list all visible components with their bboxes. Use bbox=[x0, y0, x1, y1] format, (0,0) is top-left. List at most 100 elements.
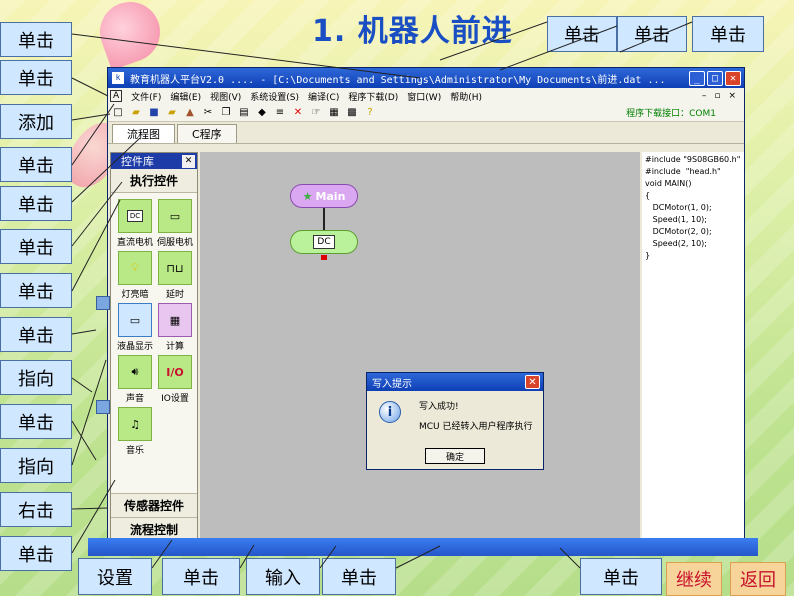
palette-close-icon[interactable]: ✕ bbox=[182, 154, 195, 168]
close-button[interactable]: ✕ bbox=[725, 70, 741, 86]
callout-bottom: 单击 bbox=[580, 558, 662, 595]
callout-left: 单击 bbox=[0, 317, 72, 352]
help-icon[interactable]: ? bbox=[363, 106, 377, 120]
callout-top: 单击 bbox=[547, 16, 617, 52]
control-label: 液晶显示 bbox=[116, 342, 153, 352]
dialog-title: 写入提示 bbox=[372, 378, 412, 390]
control-label: 音乐 bbox=[125, 446, 144, 456]
control-light[interactable]: 💡︎ 灯亮暗 bbox=[115, 251, 155, 300]
flow-end-marker bbox=[321, 255, 327, 260]
callout-top: 单击 bbox=[692, 16, 764, 52]
dc-node-label: DC bbox=[313, 235, 335, 249]
back-button[interactable]: 返回 bbox=[730, 562, 786, 596]
control-label: 延时 bbox=[165, 290, 184, 300]
dc-motor-icon: DC bbox=[118, 199, 152, 233]
open-folder-icon[interactable]: ▰ bbox=[129, 106, 143, 120]
callout-left: 单击 bbox=[0, 273, 72, 308]
open-icon[interactable]: ▲ bbox=[183, 106, 197, 120]
cut-icon[interactable]: ✂ bbox=[201, 106, 215, 120]
menu-view[interactable]: 视图(V) bbox=[210, 90, 241, 103]
mdi-minimize-icon[interactable]: – bbox=[702, 91, 707, 101]
control-sound[interactable]: 🔊︎ 声音 bbox=[115, 355, 155, 404]
control-delay[interactable]: ⊓⊔ 延时 bbox=[155, 251, 195, 300]
palette-title: 控件库 bbox=[121, 155, 154, 168]
delay-wave-icon: ⊓⊔ bbox=[158, 251, 192, 285]
control-label: 直流电机 bbox=[116, 238, 153, 248]
menu-system-settings[interactable]: 系统设置(S) bbox=[250, 90, 299, 103]
desktop-shortcut-icon[interactable] bbox=[96, 296, 110, 310]
menu-app-icon[interactable]: A bbox=[110, 90, 123, 102]
minimize-button[interactable]: _ bbox=[689, 70, 705, 86]
mdi-restore-icon[interactable]: ▫ bbox=[714, 91, 720, 101]
control-label: 计算 bbox=[165, 342, 184, 352]
app-window: k 教育机器人平台V2.0 .... - [C:\Documents and S… bbox=[107, 67, 745, 545]
io-icon: I/O bbox=[158, 355, 192, 389]
callout-left: 单击 bbox=[0, 60, 72, 95]
callout-top: 单击 bbox=[617, 16, 687, 52]
menu-file[interactable]: 文件(F) bbox=[131, 90, 161, 103]
menu-edit[interactable]: 编辑(E) bbox=[170, 90, 201, 103]
callout-left: 单击 bbox=[0, 186, 72, 221]
control-palette: 控件库 ✕ 执行控件 DC 直流电机 ▭ 伺服电机 💡︎ 灯亮暗 ⊓⊔ 延时 ▭ bbox=[110, 152, 198, 542]
main-node-label: Main bbox=[315, 189, 346, 203]
app-icon: k bbox=[112, 72, 124, 84]
info-icon: i bbox=[379, 401, 401, 423]
callout-left: 单击 bbox=[0, 147, 72, 182]
slide-title: 1. 机器人前进 bbox=[312, 14, 513, 49]
hand-icon[interactable]: ☞ bbox=[309, 106, 323, 120]
menu-window[interactable]: 窗口(W) bbox=[407, 90, 441, 103]
menu-compile[interactable]: 编译(C) bbox=[308, 90, 339, 103]
control-lcd[interactable]: ▭ 液晶显示 bbox=[115, 303, 155, 352]
copy-icon[interactable]: ❐ bbox=[219, 106, 233, 120]
download-icon[interactable]: ▩ bbox=[345, 106, 359, 120]
save-icon[interactable]: ■ bbox=[147, 106, 161, 120]
menu-download[interactable]: 程序下载(D) bbox=[348, 90, 398, 103]
calculator-icon: ▦ bbox=[158, 303, 192, 337]
palette-section-sensor[interactable]: 传感器控件 bbox=[111, 493, 197, 517]
tab-flowchart[interactable]: 流程图 bbox=[112, 124, 175, 143]
palette-section-exec[interactable]: 执行控件 bbox=[111, 169, 197, 193]
menu-help[interactable]: 帮助(H) bbox=[450, 90, 482, 103]
download-port-label: 程序下载接口：COM1 bbox=[626, 109, 716, 119]
c-code-panel[interactable]: #include "9S08GB60.h" #include "head.h" … bbox=[642, 152, 744, 542]
dc-motor-node[interactable]: DC bbox=[290, 230, 358, 254]
menu-bar: A 文件(F) 编辑(E) 视图(V) 系统设置(S) 编译(C) 程序下载(D… bbox=[108, 88, 744, 104]
callout-left: 指向 bbox=[0, 448, 72, 483]
callout-left: 单击 bbox=[0, 229, 72, 264]
callout-left: 单击 bbox=[0, 22, 72, 57]
control-calculate[interactable]: ▦ 计算 bbox=[155, 303, 195, 352]
callout-bottom: 单击 bbox=[322, 558, 396, 595]
continue-button[interactable]: 继续 bbox=[666, 562, 722, 596]
tag-icon[interactable]: ◆ bbox=[255, 106, 269, 120]
control-servo-motor[interactable]: ▭ 伺服电机 bbox=[155, 199, 195, 248]
control-io-settings[interactable]: I/O IO设置 bbox=[155, 355, 195, 404]
dialog-message-2: MCU 已经转入用户程序执行 bbox=[419, 422, 533, 432]
folder-icon[interactable]: ▰ bbox=[165, 106, 179, 120]
speaker-icon: 🔊︎ bbox=[118, 355, 152, 389]
delete-icon[interactable]: ✕ bbox=[291, 106, 305, 120]
callout-bottom: 单击 bbox=[162, 558, 240, 595]
mdi-close-icon[interactable]: × bbox=[728, 91, 736, 101]
main-node[interactable]: ★ Main bbox=[290, 184, 358, 208]
list-icon[interactable]: ≡ bbox=[273, 106, 287, 120]
dialog-close-button[interactable]: ✕ bbox=[525, 375, 540, 389]
callout-left: 指向 bbox=[0, 360, 72, 395]
write-prompt-dialog: 写入提示 ✕ i 写入成功! MCU 已经转入用户程序执行 确定 bbox=[366, 372, 544, 470]
desktop-shortcut-icon[interactable] bbox=[96, 400, 110, 414]
control-music[interactable]: ♫ 音乐 bbox=[115, 407, 155, 456]
tab-c-program[interactable]: C程序 bbox=[177, 124, 237, 143]
flowchart-canvas[interactable]: ★ Main DC 写入提示 ✕ i 写入成功! MCU 已经转入用户程序执行 … bbox=[200, 152, 640, 542]
control-label: 灯亮暗 bbox=[121, 290, 149, 300]
window-titlebar[interactable]: k 教育机器人平台V2.0 .... - [C:\Documents and S… bbox=[108, 68, 744, 88]
ok-button[interactable]: 确定 bbox=[425, 448, 485, 464]
maximize-button[interactable]: □ bbox=[707, 70, 723, 86]
callout-left: 右击 bbox=[0, 492, 72, 527]
palette-header: 控件库 ✕ bbox=[111, 153, 197, 169]
compile-icon[interactable]: ▦ bbox=[327, 106, 341, 120]
new-file-icon[interactable]: □ bbox=[111, 106, 125, 120]
control-label: 伺服电机 bbox=[156, 238, 193, 248]
callout-bottom: 输入 bbox=[246, 558, 320, 595]
control-dc-motor[interactable]: DC 直流电机 bbox=[115, 199, 155, 248]
paste-icon[interactable]: ▤ bbox=[237, 106, 251, 120]
servo-motor-icon: ▭ bbox=[158, 199, 192, 233]
